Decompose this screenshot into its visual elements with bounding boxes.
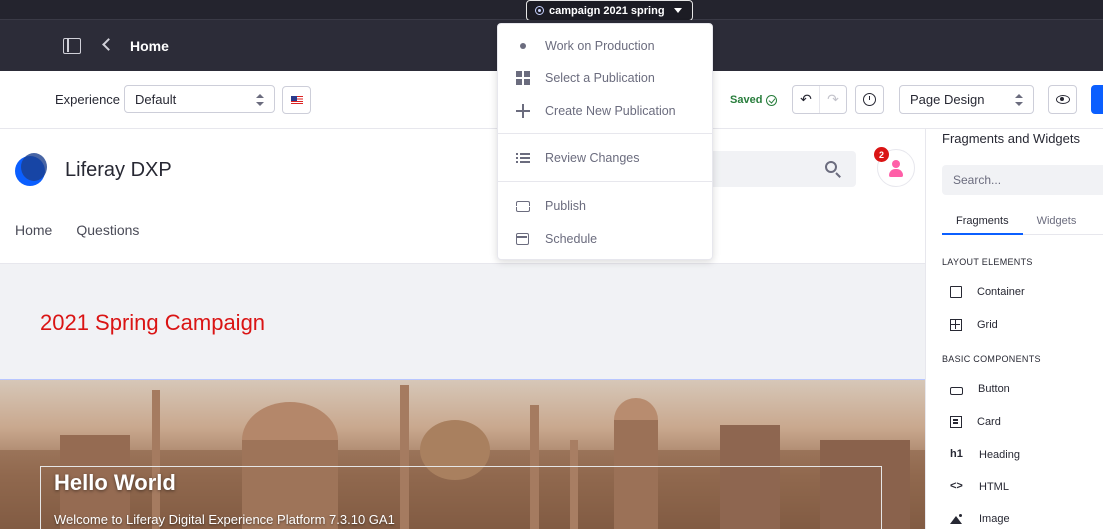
user-icon	[892, 160, 900, 168]
language-button[interactable]	[282, 86, 311, 114]
menu-item-label: Schedule	[545, 232, 598, 246]
tab-widgets[interactable]: Widgets	[1023, 211, 1091, 235]
nav-item-home[interactable]: Home	[15, 222, 52, 238]
menu-item-label: Work on Production	[545, 39, 655, 53]
section-layout-elements: LAYOUT ELEMENTS	[942, 257, 1033, 267]
card-icon	[950, 416, 962, 428]
menu-item-create-publication[interactable]: Create New Publication	[498, 96, 712, 126]
mode-value: Page Design	[910, 92, 985, 107]
fragments-sidebar: Fragments and Widgets Search... Fragment…	[925, 129, 1103, 529]
menu-item-label: Publish	[545, 199, 586, 213]
menu-item-schedule[interactable]: Schedule	[498, 224, 712, 254]
menu-item-select-publication[interactable]: Select a Publication	[498, 63, 712, 93]
publication-dropdown-menu: Work on Production Select a Publication …	[497, 23, 713, 260]
hero-title: Hello World	[54, 470, 176, 495]
eye-icon	[1055, 95, 1070, 104]
campaign-banner[interactable]: 2021 Spring Campaign	[0, 263, 925, 379]
experience-value: Default	[135, 91, 177, 107]
undo-redo-group: ↶ ↷	[792, 85, 847, 114]
fragment-label: Image	[979, 513, 1010, 525]
menu-item-label: Review Changes	[545, 151, 640, 165]
preview-button[interactable]	[1048, 85, 1077, 114]
nav-item-questions[interactable]: Questions	[76, 222, 139, 238]
container-icon	[950, 286, 962, 298]
saved-label: Saved	[730, 94, 763, 106]
menu-divider	[498, 181, 712, 182]
fragment-grid[interactable]: Grid	[950, 319, 998, 331]
menu-item-work-on-production[interactable]: Work on Production	[498, 31, 712, 61]
menu-item-review-changes[interactable]: Review Changes	[498, 143, 712, 173]
user-avatar[interactable]: 2	[874, 147, 915, 187]
fragment-button[interactable]: Button	[950, 383, 1010, 395]
code-icon: <>	[950, 480, 963, 492]
sidebar-title: Fragments and Widgets	[942, 131, 1081, 146]
experience-select[interactable]: Default	[124, 85, 275, 113]
publication-name: campaign 2021 spring	[549, 4, 665, 17]
undo-icon: ↶	[800, 91, 812, 107]
menu-item-publish[interactable]: Publish	[498, 191, 712, 221]
grid-icon	[516, 71, 530, 85]
saved-status: Saved	[730, 94, 778, 106]
dot-icon	[516, 39, 530, 53]
liferay-logo-icon	[15, 153, 49, 187]
menu-item-label: Select a Publication	[545, 71, 655, 85]
publish-button[interactable]	[1091, 85, 1103, 114]
redo-button[interactable]: ↷	[820, 86, 846, 113]
publication-bar: campaign 2021 spring	[0, 0, 1103, 21]
redo-icon: ↷	[827, 91, 839, 107]
back-icon[interactable]	[102, 38, 115, 51]
calendar-icon	[516, 233, 529, 245]
fragment-label: Container	[977, 286, 1025, 298]
hero-subtitle: Welcome to Liferay Digital Experience Pl…	[54, 512, 395, 527]
experience-label: Experience	[55, 92, 121, 107]
select-arrows-icon	[1015, 94, 1023, 106]
button-icon	[950, 386, 963, 395]
grid-icon	[950, 319, 962, 331]
list-icon	[516, 151, 530, 165]
user-icon-body	[889, 169, 903, 177]
publication-selector[interactable]: campaign 2021 spring	[526, 0, 693, 21]
fragment-label: Grid	[977, 319, 998, 331]
image-icon	[950, 514, 964, 524]
fragment-heading[interactable]: h1 Heading	[950, 448, 1020, 462]
fragment-card[interactable]: Card	[950, 416, 1001, 428]
check-circle-icon	[766, 94, 778, 106]
fragment-label: Button	[978, 383, 1010, 395]
select-arrows-icon	[256, 94, 264, 106]
clock-icon	[863, 93, 876, 106]
fragment-container[interactable]: Container	[950, 286, 1025, 298]
page-preview: Liferay DXP 2 Home Questions 2021 Spring…	[0, 129, 925, 529]
mode-select[interactable]: Page Design	[899, 85, 1034, 114]
sidebar-toggle-icon[interactable]	[63, 38, 81, 54]
plus-icon	[516, 104, 530, 118]
publication-status-icon	[535, 6, 544, 15]
sidebar-tabs: Fragments Widgets	[942, 211, 1103, 235]
fragment-label: Heading	[979, 449, 1020, 461]
fragment-image[interactable]: Image	[950, 513, 1010, 525]
menu-item-label: Create New Publication	[545, 104, 676, 118]
section-basic-components: BASIC COMPONENTS	[942, 354, 1041, 364]
undo-button[interactable]: ↶	[793, 86, 820, 113]
search-icon[interactable]	[825, 161, 837, 173]
fragment-html[interactable]: <> HTML	[950, 480, 1009, 494]
heading-icon: h1	[950, 448, 963, 460]
publish-icon	[516, 199, 530, 213]
history-button[interactable]	[855, 85, 884, 114]
site-navigation: Home Questions	[15, 222, 139, 238]
tab-fragments[interactable]: Fragments	[942, 211, 1023, 235]
site-name: Liferay DXP	[65, 159, 172, 181]
site-search-input[interactable]	[700, 151, 856, 187]
caret-down-icon	[673, 8, 682, 13]
fragment-label: Card	[977, 416, 1001, 428]
page-title: Home	[130, 38, 169, 54]
menu-divider	[498, 133, 712, 134]
hero-image[interactable]: Hello World Welcome to Liferay Digital E…	[0, 379, 925, 529]
campaign-title: 2021 Spring Campaign	[40, 310, 266, 335]
fragment-label: HTML	[979, 481, 1009, 493]
sidebar-search-input[interactable]: Search...	[942, 165, 1103, 195]
us-flag-icon	[291, 96, 303, 104]
notification-badge: 2	[874, 147, 889, 162]
